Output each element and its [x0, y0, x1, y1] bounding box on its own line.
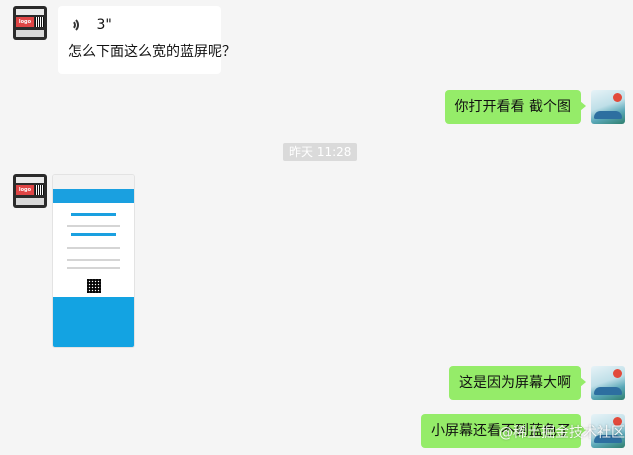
image-blue-area [53, 297, 134, 347]
avatar-logo: logo [16, 185, 34, 195]
avatar-decor [613, 369, 622, 378]
avatar-decor [594, 387, 622, 395]
image-line [67, 225, 120, 227]
image-topbar [53, 175, 134, 189]
image-line [67, 267, 120, 269]
message-text: 这是因为屏幕大啊 [459, 375, 571, 391]
self-avatar[interactable] [591, 90, 625, 124]
image-line [71, 233, 116, 236]
voice-message[interactable]: 3" [68, 15, 211, 35]
image-line [71, 213, 116, 216]
image-line [67, 247, 120, 249]
image-qr-icon [87, 279, 101, 293]
voice-wave-icon [68, 17, 82, 33]
image-banner [53, 189, 134, 203]
outgoing-message-bubble[interactable]: 你打开看看 截个图 [444, 90, 587, 124]
outgoing-message-bubble[interactable]: 这是因为屏幕大啊 [449, 366, 586, 400]
avatar-decor [613, 93, 622, 102]
image-line [67, 259, 120, 261]
avatar-decor [16, 198, 44, 205]
watermark: @稀土掘金技术社区 [499, 425, 625, 441]
message-text: 你打开看看 截个图 [454, 99, 571, 115]
avatar-decor [16, 30, 44, 37]
avatar-decor [16, 9, 44, 15]
avatar-decor [594, 111, 622, 119]
image-card [59, 205, 128, 285]
voice-duration: 3" [96, 17, 112, 33]
contact-avatar[interactable]: logo [13, 6, 47, 40]
avatar-qr-icon [35, 17, 44, 27]
timestamp-divider: 昨天 11:28 [283, 143, 358, 161]
avatar-logo: logo [16, 17, 34, 27]
message-text: 怎么下面这么宽的蓝屏呢？ [68, 44, 236, 60]
incoming-voice-text-bubble[interactable]: 3" 怎么下面这么宽的蓝屏呢？ [58, 6, 236, 74]
self-avatar[interactable] [591, 366, 625, 400]
image-message[interactable] [52, 174, 135, 348]
avatar-qr-icon [35, 185, 44, 195]
contact-avatar[interactable]: logo [13, 174, 47, 208]
avatar-decor [16, 177, 44, 183]
